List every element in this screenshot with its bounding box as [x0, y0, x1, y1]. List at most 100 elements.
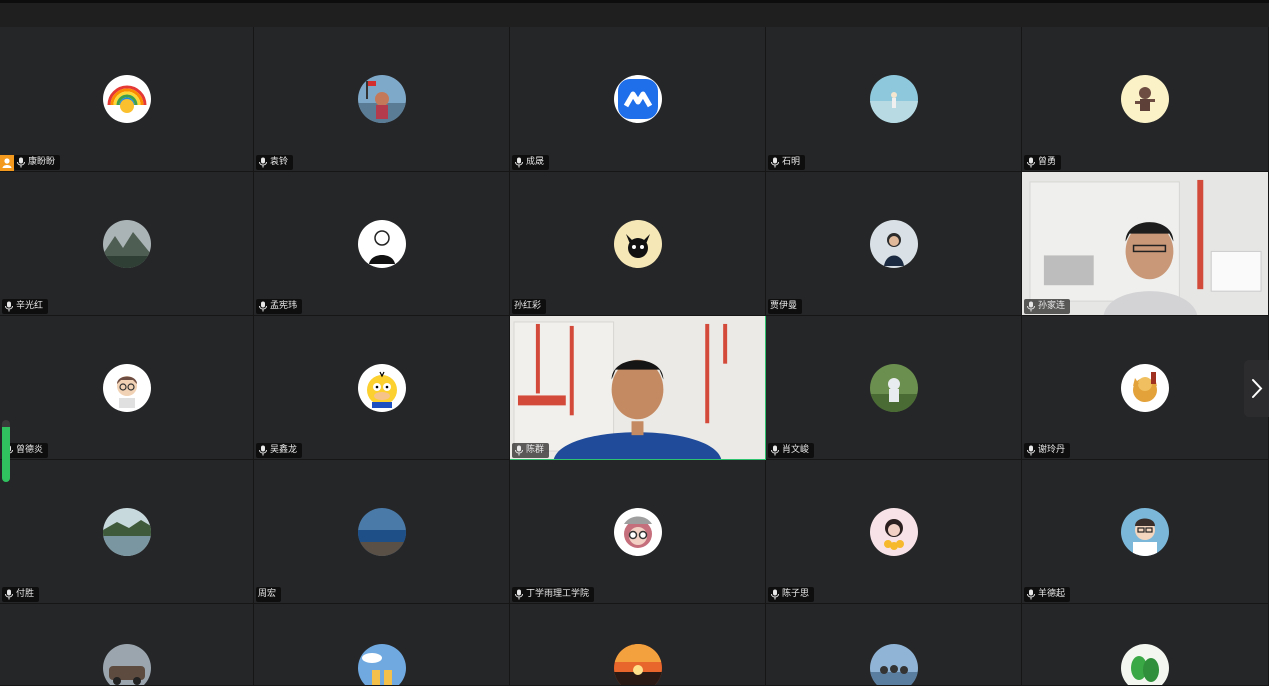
glasses-girl-avatar [613, 507, 662, 556]
participant-name: 陈群 [526, 445, 545, 455]
mic-icon [770, 157, 780, 168]
participant-nameplate: 付胜 [2, 587, 40, 602]
participant-name: 曾德炎 [16, 445, 44, 455]
participant-nameplate: 谢玲丹 [1024, 443, 1071, 458]
mic-icon [770, 589, 780, 600]
participant-name: 吴鑫龙 [270, 445, 298, 455]
participant-name: 付胜 [16, 589, 35, 599]
participant-name: 孙家连 [1038, 301, 1066, 311]
participant-tile[interactable]: 袁铃 [254, 27, 510, 172]
participant-tile[interactable] [1022, 604, 1269, 686]
blue-m-logo-avatar [613, 75, 662, 123]
mic-icon [258, 445, 268, 456]
participant-name: 袁铃 [270, 157, 289, 167]
rainbow-sun-avatar [102, 75, 151, 123]
lake-landscape-avatar [102, 507, 151, 556]
participant-tile[interactable]: 孙红彩 [510, 172, 766, 316]
mic-icon [514, 589, 524, 600]
mic-icon [4, 589, 14, 600]
mic-icon [1026, 589, 1036, 600]
mic-icon [16, 157, 26, 168]
participant-name: 石明 [782, 157, 801, 167]
participant-tile[interactable]: 丁学雨理工学院 [510, 460, 766, 604]
participant-tile[interactable] [254, 604, 510, 686]
participant-nameplate: 陈群 [512, 443, 550, 458]
participant-nameplate: 陈子思 [768, 587, 815, 602]
participant-name: 曾勇 [1038, 157, 1057, 167]
participant-nameplate: 吴鑫龙 [256, 443, 303, 458]
participant-name: 孙红彩 [514, 301, 542, 311]
ocean-coast-avatar [357, 507, 406, 556]
mic-icon [1026, 301, 1036, 312]
participant-tile[interactable]: 曾勇 [1022, 27, 1269, 172]
participant-tile[interactable]: 羊德起 [1022, 460, 1269, 604]
participant-tile[interactable]: 周宏 [254, 460, 510, 604]
mic-icon [1026, 157, 1036, 168]
next-page-button[interactable] [1244, 360, 1269, 417]
participant-tile[interactable]: 孙家连 [1022, 172, 1269, 316]
volume-level-fill [2, 427, 10, 482]
participant-tile[interactable] [510, 604, 766, 686]
participant-nameplate: 石明 [768, 155, 806, 170]
participant-tile[interactable]: 付胜 [0, 460, 254, 604]
host-person-icon [0, 155, 14, 171]
psyduck-avatar [357, 363, 406, 412]
lucky-cat-avatar [1121, 363, 1169, 412]
participant-nameplate: 成晟 [512, 155, 550, 170]
speaker-volume-meter [2, 420, 10, 482]
participant-nameplate: 袁铃 [256, 155, 294, 170]
participant-tile[interactable]: 孟宪玮 [254, 172, 510, 316]
participant-tile[interactable]: 肖文峻 [766, 316, 1022, 460]
mountain-landscape-avatar [102, 219, 151, 268]
participant-name: 谢玲丹 [1038, 445, 1066, 455]
participant-name: 周宏 [258, 589, 277, 599]
participant-nameplate: 周宏 [256, 587, 282, 602]
participant-nameplate: 孟宪玮 [256, 299, 303, 314]
participant-tile[interactable] [766, 604, 1022, 686]
woman-portrait-avatar [869, 219, 918, 268]
participant-tile[interactable]: 陈子思 [766, 460, 1022, 604]
participant-tile[interactable]: 辛光红 [0, 172, 254, 316]
participant-name: 肖文峻 [782, 445, 810, 455]
top-toolbar [0, 0, 1269, 27]
mic-icon [514, 445, 524, 456]
mic-icon [1026, 445, 1036, 456]
group-photo-avatar [869, 644, 918, 685]
chevron-right-icon [1252, 379, 1263, 398]
astronaut-garden-avatar [869, 363, 918, 412]
participant-tile[interactable]: 成晟 [510, 27, 766, 172]
car-photo-avatar [102, 644, 151, 685]
sky-drinks-avatar [357, 644, 406, 685]
participant-nameplate: 孙红彩 [512, 299, 547, 314]
participant-tile[interactable]: 谢玲丹 [1022, 316, 1269, 460]
man-blue-shirt-video [510, 316, 765, 459]
cartoon-man-glasses-avatar [1121, 507, 1169, 556]
participant-tile[interactable]: 曾德炎 [0, 316, 254, 460]
participant-grid: 康盼盼 袁铃 成晟 石明 曾勇辛光红 孟宪玮 孙红彩 贾伊曼 孙家连曾德炎 吴鑫龙 陈群 肖文峻 谢玲丹… [0, 27, 1269, 686]
cartoon-boy-avatar [102, 363, 151, 412]
participant-tile[interactable] [0, 604, 254, 686]
participant-name: 羊德起 [1038, 589, 1066, 599]
participant-nameplate: 康盼盼 [14, 155, 61, 170]
participant-tile[interactable]: 贾伊曼 [766, 172, 1022, 316]
participant-name: 辛光红 [16, 301, 44, 311]
participant-tile[interactable]: 康盼盼 [0, 27, 254, 172]
participant-name: 贾伊曼 [770, 301, 798, 311]
participant-tile[interactable]: 陈群 [510, 316, 766, 460]
participant-name: 成晟 [526, 157, 545, 167]
participant-tile[interactable]: 吴鑫龙 [254, 316, 510, 460]
green-plant-avatar [1121, 644, 1169, 685]
participant-name: 丁学雨理工学院 [526, 589, 590, 599]
participant-tile[interactable]: 石明 [766, 27, 1022, 172]
beach-figure-avatar [869, 75, 918, 123]
man-office-video [1022, 172, 1268, 315]
participant-nameplate: 羊德起 [1024, 587, 1071, 602]
black-cat-avatar [613, 219, 662, 268]
participant-nameplate: 辛光红 [2, 299, 49, 314]
participant-nameplate: 贾伊曼 [768, 299, 803, 314]
cartoon-doll-avatar [1121, 75, 1169, 123]
sketch-figure-avatar [357, 219, 406, 268]
participant-name: 孟宪玮 [270, 301, 298, 311]
mic-icon [514, 157, 524, 168]
mic-icon [770, 445, 780, 456]
